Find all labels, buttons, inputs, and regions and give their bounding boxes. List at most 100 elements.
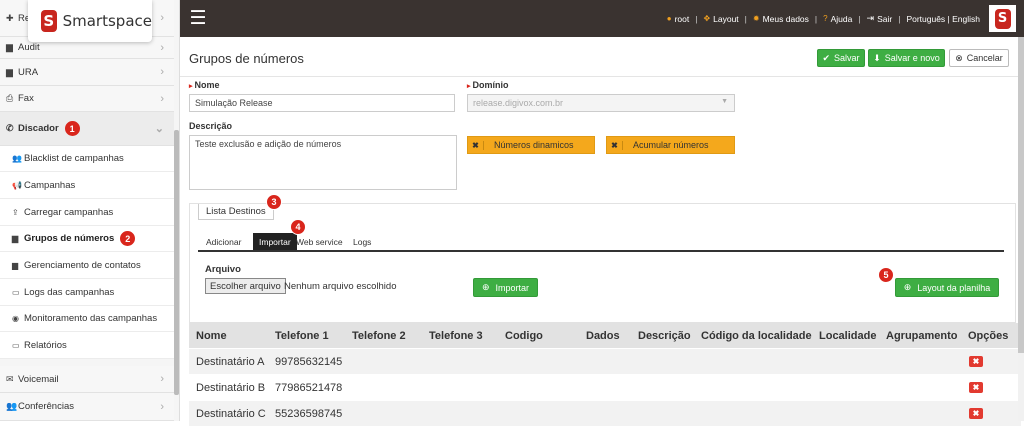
sidebar: ✚ Re › ▆ Audit › ▆ URA › ⎙ Fax › ✆ Disca… [0,0,180,421]
sidebar-subitem-blacklist[interactable]: 👥 Blacklist de campanhas [0,146,174,172]
user-icon: ● [666,14,672,23]
sidebar-subitem-monitoramento[interactable]: ◉ Monitoramento das campanhas [0,306,174,332]
name-field[interactable]: Simulação Release [189,94,455,112]
eye-icon: ◉ [12,314,19,323]
close-icon: ✖ [468,140,484,150]
sidebar-item-label: Monitoramento das campanhas [24,313,158,324]
chevron-right-icon: › [160,92,164,105]
sidebar-subitem-logs[interactable]: ▭ Logs das campanhas [0,279,174,306]
delete-row-button[interactable]: ✖ [969,382,983,393]
tab-lista-destinos[interactable]: Lista Destinos [198,204,274,220]
topnav-user[interactable]: root [675,14,690,24]
hamburger-menu-icon[interactable]: ☰ [180,0,216,37]
topnav-layout[interactable]: Layout [713,14,739,24]
accumulate-numbers-label: Acumular números [633,140,709,150]
save-label: Salvar [834,53,860,63]
description-label: Descrição [189,121,233,131]
smartspace-logo-icon: S [994,8,1011,29]
sidebar-subitem-carregar[interactable]: ⇪ Carregar campanhas [0,199,174,226]
sidebar-subitem-contatos[interactable]: ▆ Gerenciamento de contatos [0,252,174,279]
megaphone-icon: 📢 [12,180,22,190]
sidebar-item-label: Voicemail [18,373,59,385]
delete-row-button[interactable]: ✖ [969,408,983,419]
main-scrollbar[interactable] [1018,37,1024,421]
close-icon: ✖ [607,140,623,150]
col-header: Código da localidade [701,329,812,342]
sidebar-item-label: Logs das campanhas [24,286,115,298]
delete-row-button[interactable]: ✖ [969,356,983,367]
cell-phone1: 99785632145 [275,355,343,368]
chevron-right-icon: › [160,12,164,24]
table-header: Nome Telefone 1 Telefone 2 Telefone 3 Co… [189,323,1021,348]
subtab-adicionar[interactable]: Adicionar [206,233,241,251]
close-circle-icon: ⊗ [955,52,963,63]
name-label-text: Nome [194,80,220,90]
cancel-button[interactable]: ⊗ Cancelar [949,49,1009,67]
col-header: Opções [968,329,1009,342]
dynamic-numbers-toggle[interactable]: ✖ Números dinamicos [467,136,595,154]
spreadsheet-layout-label: Layout da planilha [917,282,991,293]
sidebar-item-label: Fax [18,93,34,104]
no-file-text: Nenhum arquivo escolhido [284,281,397,292]
save-new-label: Salvar e novo [884,53,940,63]
domain-select[interactable]: release.digivox.com.br ▼ [467,94,735,112]
choose-file-button[interactable]: Escolher arquivo [205,278,286,294]
users-icon: 👥 [6,401,18,411]
question-icon: ? [823,14,828,23]
print-icon: ⎙ [6,93,14,103]
sidebar-item-label: Discador [18,123,59,134]
scrollbar-thumb[interactable] [1018,37,1024,353]
brand-name: Smartspace [62,12,152,30]
sidebar-item-label: Audit [18,42,40,53]
sidebar-item-label: Campanhas [24,179,76,191]
sidebar-subitem-campanhas[interactable]: 📢 Campanhas [0,172,174,199]
description-textarea[interactable]: Teste exclusão e adição de números [189,135,457,190]
caret-down-icon: ▼ [721,98,728,105]
sidebar-item-label: Grupos de números [24,233,115,244]
sidebar-item-fax[interactable]: ⎙ Fax › [0,86,174,112]
save-button[interactable]: ✔ Salvar [817,49,865,67]
layout-icon: ✥ [703,14,711,23]
save-and-new-button[interactable]: ⬇ Salvar e novo [868,49,945,67]
domain-label: ▸ Domínio [467,80,509,90]
col-header: Localidade [819,329,877,342]
table-row: Destinatário A 99785632145 ✖ [189,349,1021,374]
topnav-help[interactable]: Ajuda [831,14,853,24]
book-icon: ▆ [6,66,13,77]
sidebar-item-label: Carregar campanhas [24,206,114,218]
sidebar-item-label: Conferências [18,401,74,412]
sidebar-item-ura[interactable]: ▆ URA › [0,59,174,86]
sidebar-item-discador[interactable]: ✆ Discador 1 ⌄ [0,112,174,146]
spreadsheet-layout-button[interactable]: ⊕ Layout da planilha [895,278,999,297]
sidebar-subitem-grupos[interactable]: ▆ Grupos de números 2 [0,226,174,252]
sidebar-item-conferencias[interactable]: 👥 Conferências › [0,393,174,421]
check-icon: ✔ [822,52,831,63]
sidebar-item-label: URA [18,66,39,78]
subtab-importar[interactable]: Importar [253,233,297,251]
sidebar-item-label: Gerenciamento de contatos [24,259,141,271]
import-button[interactable]: ⊕ Importar [473,278,538,297]
dynamic-numbers-label: Números dinamicos [494,140,574,150]
cell-name: Destinatário B [196,381,266,394]
top-logo[interactable]: S [989,5,1016,32]
sidebar-item-voicemail[interactable]: ✉ Voicemail › [0,366,174,393]
cell-phone1: 77986521478 [275,381,343,394]
step-badge: 2 [120,231,136,246]
sidebar-subitem-relatorios[interactable]: ▭ Relatórios [0,332,174,359]
topnav-languages[interactable]: Português | English [906,14,980,24]
separator: | [744,13,747,24]
topnav-my-data[interactable]: Meus dados [763,14,809,24]
required-marker-icon: ▸ [467,83,471,90]
logo[interactable]: S Smartspace [28,0,152,42]
accumulate-numbers-toggle[interactable]: ✖ Acumular números [606,136,735,154]
topnav-logout[interactable]: Sair [877,14,892,24]
plus-circle-icon: ✚ [6,12,14,23]
step-badge: 3 [266,194,282,210]
cell-phone1: 55236598745 [275,407,343,420]
sidebar-scrollbar[interactable] [174,130,179,395]
subtab-web-service[interactable]: Web service [296,233,343,251]
step-badge: 1 [64,121,80,136]
cell-name: Destinatário A [196,355,265,368]
subtab-logs[interactable]: Logs [353,233,371,251]
col-header: Telefone 1 [275,329,329,342]
